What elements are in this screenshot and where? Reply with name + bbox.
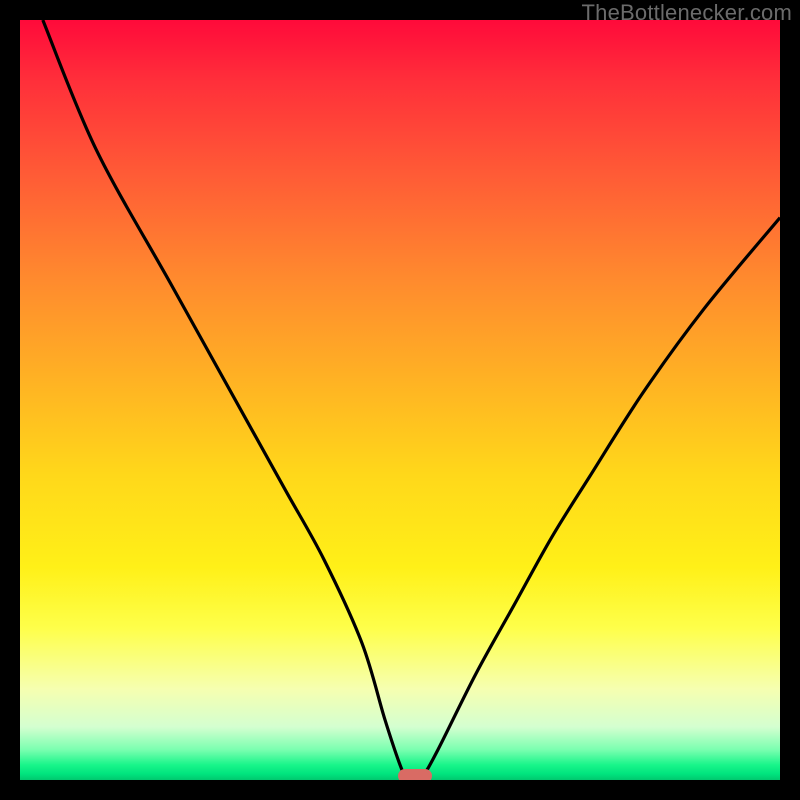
bottleneck-curve bbox=[20, 20, 780, 780]
optimal-point-marker bbox=[398, 769, 432, 780]
chart-frame: TheBottlenecker.com bbox=[0, 0, 800, 800]
attribution-label: TheBottlenecker.com bbox=[582, 0, 792, 26]
curve-path bbox=[43, 20, 780, 780]
plot-area bbox=[20, 20, 780, 780]
